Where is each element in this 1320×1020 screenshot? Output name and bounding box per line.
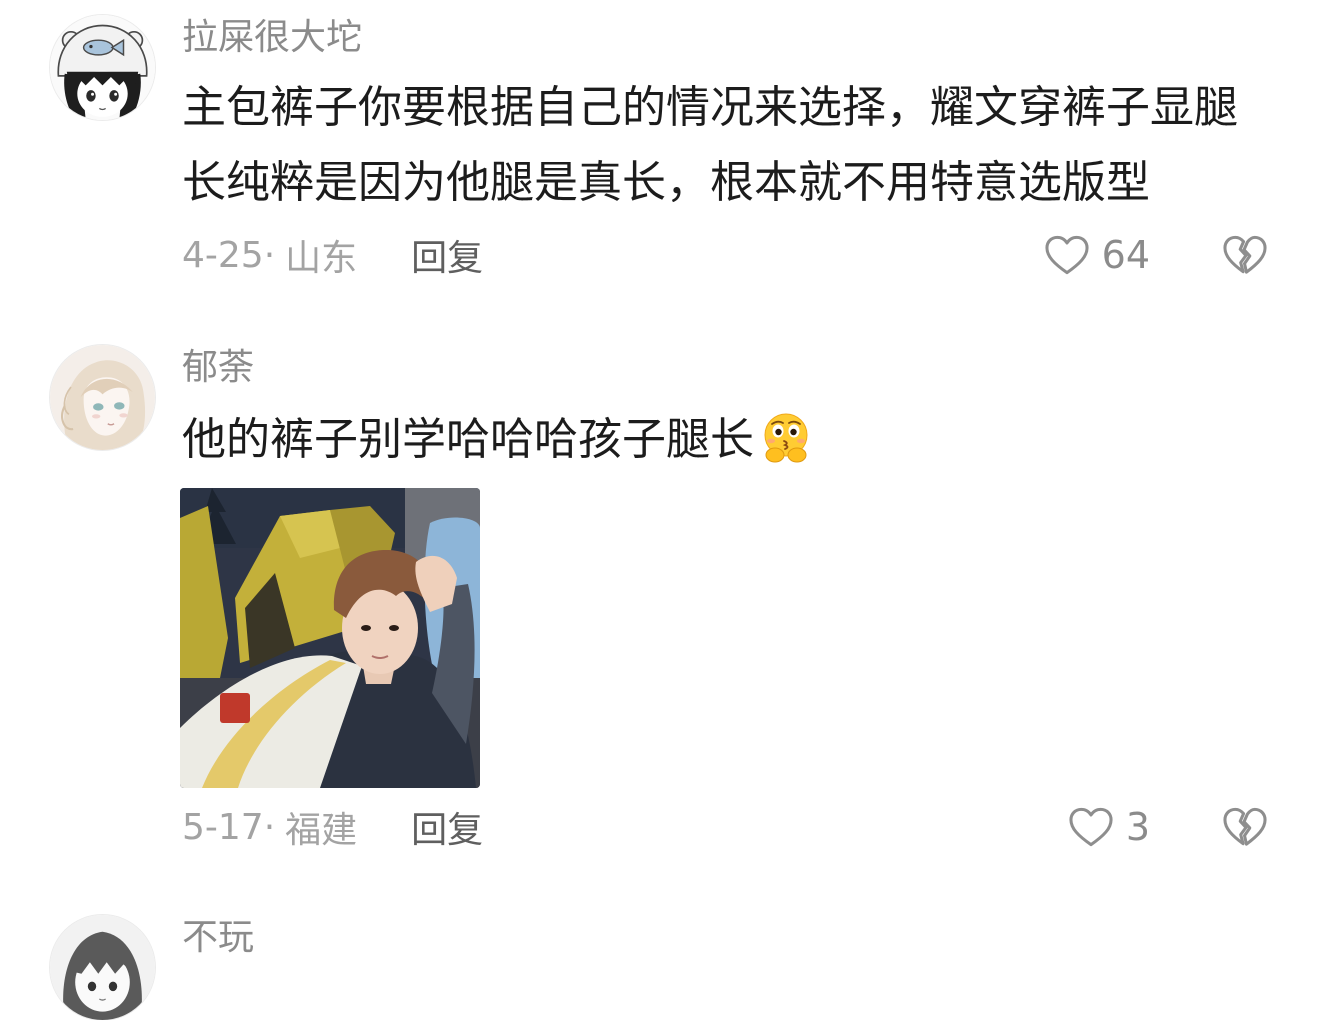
comment-date: 4-25: [182, 234, 264, 276]
avatar-image: [50, 15, 155, 120]
like-button[interactable]: 64: [1044, 230, 1150, 280]
comment-text[interactable]: 他的裤子别学哈哈哈孩子腿长: [182, 402, 1292, 477]
comment-item: 拉屎很大坨 主包裤子你要根据自己的情况来选择，耀文穿裤子显腿 长纯粹是因为他腿是…: [0, 0, 1320, 320]
dislike-button[interactable]: [1222, 230, 1268, 280]
thinking-face-emoji: [764, 413, 808, 463]
username[interactable]: 拉屎很大坨: [182, 16, 362, 60]
avatar-image: [50, 915, 155, 1020]
like-button[interactable]: 3: [1068, 802, 1150, 852]
like-count: 3: [1125, 805, 1150, 849]
like-count: 64: [1101, 233, 1150, 277]
meta-separator: ·: [263, 806, 276, 848]
comment-text-content: 他的裤子别学哈哈哈孩子腿长: [182, 414, 754, 465]
reply-button[interactable]: 回复: [411, 229, 483, 281]
comment-item: 郁荼 他的裤子别学哈哈哈孩子腿长 5-17 · 福建 回复 3: [0, 330, 1320, 890]
broken-heart-icon: [1223, 235, 1267, 274]
dislike-button[interactable]: [1222, 802, 1268, 852]
comment-date: 5-17: [182, 806, 264, 848]
meta-separator: ·: [263, 234, 276, 276]
comment-text[interactable]: 主包裤子你要根据自己的情况来选择，耀文穿裤子显腿 长纯粹是因为他腿是真长，根本就…: [182, 70, 1292, 220]
comment-image[interactable]: [180, 488, 480, 788]
broken-heart-icon: [1223, 807, 1267, 846]
username[interactable]: 不玩: [182, 916, 254, 960]
heart-outline-icon: [1045, 235, 1089, 275]
comment-location: 福建: [285, 810, 358, 851]
comment-text-line: 主包裤子你要根据自己的情况来选择，耀文穿裤子显腿: [182, 82, 1238, 133]
username[interactable]: 郁荼: [182, 346, 254, 390]
heart-outline-icon: [1069, 807, 1113, 847]
comment-meta: 4-25 · 山东 回复: [182, 230, 483, 280]
comment-text-line: 他的裤子别学哈哈哈孩子腿长: [182, 402, 1292, 477]
comment-text-line: 长纯粹是因为他腿是真长，根本就不用特意选版型: [182, 157, 1150, 208]
comment-item: 不玩: [0, 900, 1320, 1020]
comment-location: 山东: [285, 238, 358, 279]
avatar[interactable]: [50, 345, 155, 450]
comment-meta: 5-17 · 福建 回复: [182, 802, 483, 852]
avatar[interactable]: [50, 15, 155, 120]
avatar-image: [50, 345, 155, 450]
avatar[interactable]: [50, 915, 155, 1020]
photo: [180, 488, 480, 788]
reply-button[interactable]: 回复: [411, 801, 483, 853]
